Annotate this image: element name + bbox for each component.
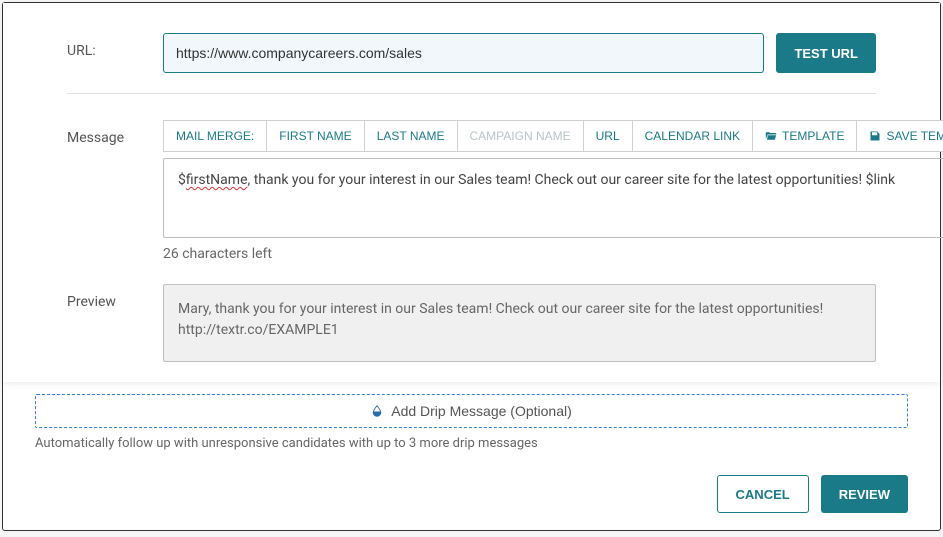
add-drip-button[interactable]: Add Drip Message (Optional) <box>35 394 908 428</box>
preview-label: Preview <box>67 284 163 310</box>
url-input[interactable] <box>163 33 764 73</box>
divider <box>67 93 876 94</box>
characters-left: 26 characters left <box>163 246 943 262</box>
spellcheck-word: firstName <box>186 172 248 188</box>
test-url-button[interactable]: TEST URL <box>776 33 876 73</box>
merge-campaign-name-button[interactable]: CAMPAIGN NAME <box>458 121 584 152</box>
save-template-button[interactable]: SAVE TEMPLATE <box>857 121 943 152</box>
template-button[interactable]: TEMPLATE <box>753 121 857 152</box>
drop-icon <box>371 405 383 417</box>
form-card: URL: TEST URL Message MAIL MERGE: FIRST … <box>3 3 940 382</box>
url-row: URL: TEST URL <box>67 33 876 73</box>
preview-box: Mary, thank you for your interest in our… <box>163 284 876 362</box>
form-container: URL: TEST URL Message MAIL MERGE: FIRST … <box>2 2 941 531</box>
message-label: Message <box>67 120 163 146</box>
folder-open-icon <box>765 130 777 142</box>
message-row: Message MAIL MERGE: FIRST NAME LAST NAME… <box>67 120 876 262</box>
merge-calendar-link-button[interactable]: CALENDAR LINK <box>633 121 753 152</box>
mail-merge-label: MAIL MERGE: <box>164 121 267 152</box>
mail-merge-toolbar: MAIL MERGE: FIRST NAME LAST NAME CAMPAIG… <box>163 120 943 152</box>
merge-url-button[interactable]: URL <box>584 121 633 152</box>
template-button-label: TEMPLATE <box>782 129 844 143</box>
url-label: URL: <box>67 33 163 59</box>
drip-note: Automatically follow up with unresponsiv… <box>35 436 908 451</box>
footer-actions: CANCEL REVIEW <box>3 465 940 531</box>
drip-section: Add Drip Message (Optional) Automaticall… <box>3 382 940 465</box>
save-template-button-label: SAVE TEMPLATE <box>886 129 943 143</box>
preview-row: Preview Mary, thank you for your interes… <box>67 284 876 362</box>
merge-first-name-button[interactable]: FIRST NAME <box>267 121 364 152</box>
merge-last-name-button[interactable]: LAST NAME <box>365 121 458 152</box>
add-drip-label: Add Drip Message (Optional) <box>391 403 572 419</box>
save-icon <box>869 130 881 142</box>
cancel-button[interactable]: CANCEL <box>717 475 809 513</box>
message-textarea[interactable]: $firstName, thank you for your interest … <box>163 158 943 238</box>
review-button[interactable]: REVIEW <box>821 475 908 513</box>
